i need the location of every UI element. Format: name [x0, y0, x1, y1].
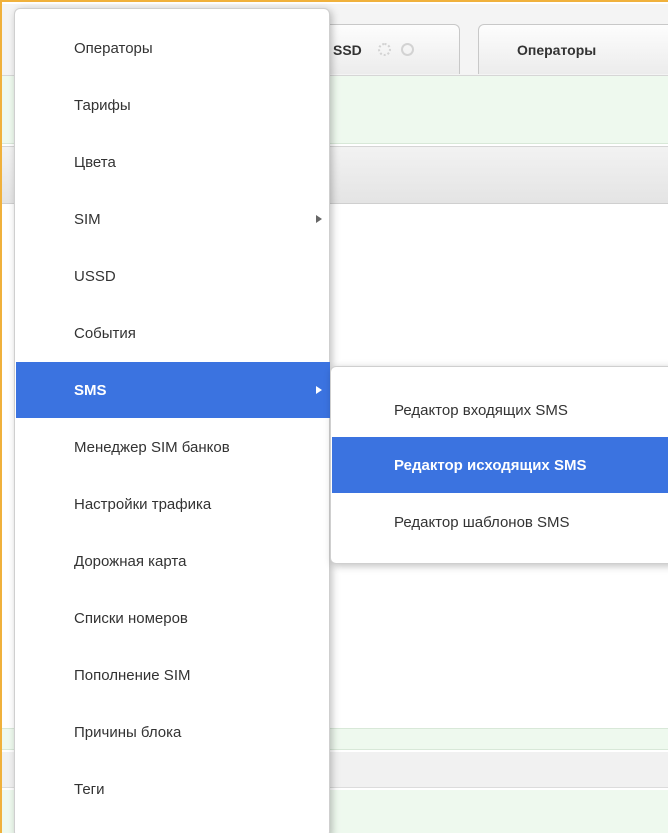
menu-item-label: Цвета [74, 153, 116, 171]
menu-item-label: События [74, 324, 136, 342]
menu-item-number-lists[interactable]: Списки номеров [16, 590, 330, 646]
menu-item-sim[interactable]: SIM [16, 191, 330, 247]
sms-submenu: Редактор входящих SMS Редактор исходящих… [330, 366, 668, 564]
main-menu: Операторы Тарифы Цвета SIM USSD События … [14, 8, 330, 833]
menu-item-label: Настройки трафика [74, 495, 212, 513]
menu-item-sim-bank-manager[interactable]: Менеджер SIM банков [16, 419, 330, 475]
menu-item-label: Менеджер SIM банков [74, 438, 230, 456]
menu-item-label: Списки номеров [74, 609, 188, 627]
menu-item-label: SIM [74, 210, 101, 228]
menu-item-block-reasons[interactable]: Причины блока [16, 704, 330, 760]
chevron-right-icon [316, 386, 322, 394]
menu-item-sms[interactable]: SMS [16, 362, 330, 418]
menu-item-ussd[interactable]: USSD [16, 248, 330, 304]
gear-icon[interactable] [377, 43, 391, 56]
menu-item-label: Причины блока [74, 723, 182, 741]
menu-item-label: Теги [74, 780, 105, 798]
tab-operators-label: Операторы [517, 41, 597, 58]
menu-item-operators[interactable]: Операторы [16, 20, 330, 76]
submenu-item-sms-template-editor[interactable]: Редактор шаблонов SMS [332, 494, 668, 550]
submenu-item-outgoing-sms-editor[interactable]: Редактор исходящих SMS [332, 437, 668, 493]
menu-item-label: Операторы [74, 39, 153, 57]
menu-item-label: SMS [74, 381, 107, 399]
submenu-item-label: Редактор входящих SMS [394, 401, 568, 419]
menu-item-tariffs[interactable]: Тарифы [16, 77, 330, 133]
menu-item-roadmap[interactable]: Дорожная карта [16, 533, 330, 589]
menu-item-tags[interactable]: Теги [16, 761, 330, 817]
submenu-item-label: Редактор шаблонов SMS [394, 513, 570, 531]
tab-operators[interactable]: Операторы [478, 24, 668, 74]
menu-item-label: Пополнение SIM [74, 666, 191, 684]
menu-item-traffic-settings[interactable]: Настройки трафика [16, 476, 330, 532]
submenu-item-label: Редактор исходящих SMS [394, 456, 587, 474]
menu-item-sim-topup[interactable]: Пополнение SIM [16, 647, 330, 703]
menu-item-label: USSD [74, 267, 116, 285]
menu-item-label: Тарифы [74, 96, 131, 114]
chevron-right-icon [316, 215, 322, 223]
menu-item-events[interactable]: События [16, 305, 330, 361]
menu-item-label: Дорожная карта [74, 552, 187, 570]
close-icon[interactable] [400, 43, 414, 56]
menu-item-colors[interactable]: Цвета [16, 134, 330, 190]
tab-ussd-label: SSD [333, 41, 362, 58]
submenu-item-incoming-sms-editor[interactable]: Редактор входящих SMS [332, 382, 668, 438]
